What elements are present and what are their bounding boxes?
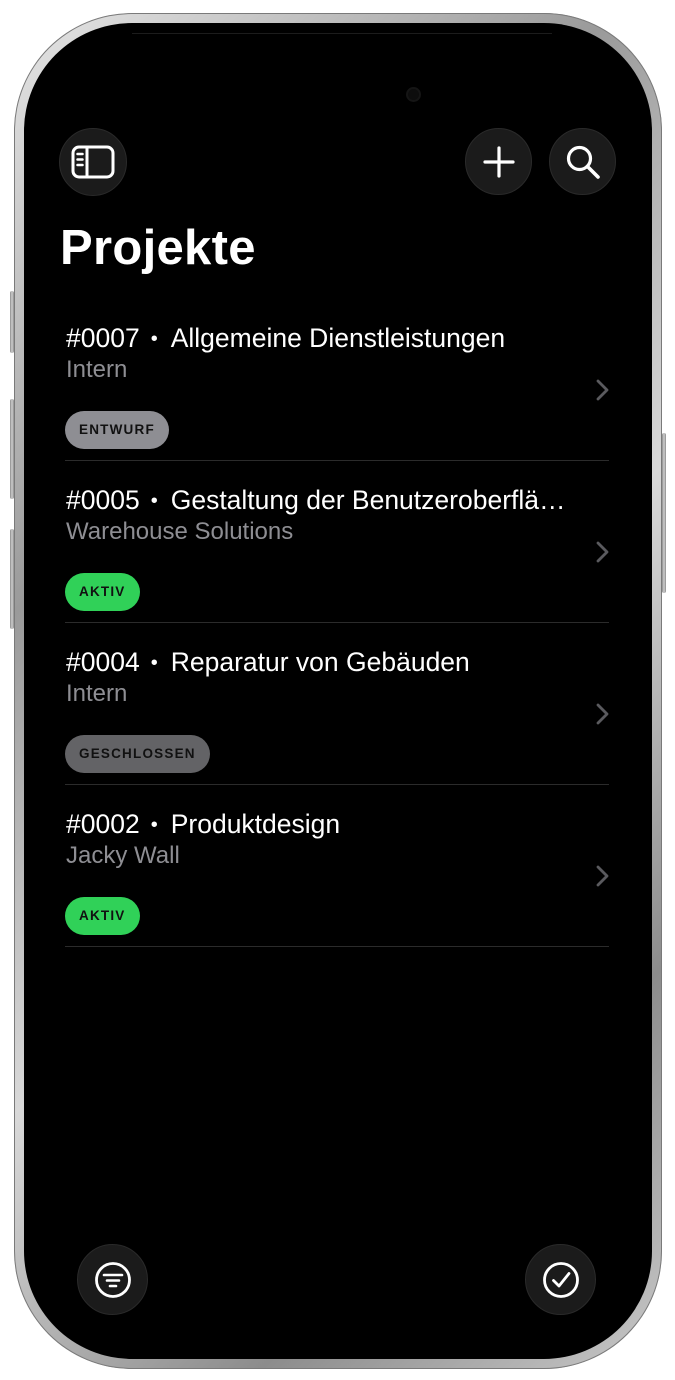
list-item[interactable]: #0004 • Reparatur von Gebäuden Intern GESC… — [65, 623, 609, 785]
sidebar-icon — [71, 145, 115, 179]
search-button[interactable] — [549, 128, 616, 195]
list-item[interactable]: #0005 • Gestaltung der Benutzeroberfläche … — [65, 461, 609, 623]
project-client: Jacky Wall — [66, 842, 180, 869]
page-title: Projekte — [60, 221, 256, 275]
filter-icon — [94, 1261, 132, 1299]
chevron-right-icon — [595, 865, 609, 892]
front-camera — [408, 89, 419, 100]
chevron-right-icon — [595, 541, 609, 568]
status-badge: AKTIV — [65, 897, 140, 935]
status-badge: AKTIV — [65, 573, 140, 611]
phone-frame: Projekte #0007 • Allgemeine Dienstleistung… — [10, 13, 666, 1369]
chevron-right-icon — [595, 703, 609, 730]
project-client: Intern — [66, 356, 128, 383]
project-name: Produktdesign — [170, 809, 341, 839]
volume-up-button — [10, 399, 14, 499]
add-project-button[interactable] — [465, 128, 532, 195]
project-client: Warehouse Solutions — [66, 518, 294, 545]
list-item[interactable]: #0002 • Produktdesign Jacky Wall AKTIV — [65, 785, 609, 947]
project-name: Reparatur von Gebäuden — [170, 647, 470, 677]
status-badge: GESCHLOSSEN — [65, 735, 210, 773]
project-title: #0005 • Gestaltung der Benutzeroberfläche — [66, 483, 578, 518]
project-title: #0004 • Reparatur von Gebäuden — [66, 647, 470, 677]
list-item[interactable]: #0007 • Allgemeine Dienstleistungen Intern… — [65, 299, 609, 461]
app-screen: Projekte #0007 • Allgemeine Dienstleistung… — [24, 23, 652, 1359]
plus-icon — [482, 145, 515, 178]
project-number: #0007 — [66, 323, 140, 353]
volume-down-button — [10, 529, 14, 629]
project-number: #0005 — [66, 485, 140, 515]
project-number: #0002 — [66, 809, 140, 839]
chevron-right-icon — [595, 379, 609, 406]
filter-button[interactable] — [77, 1244, 148, 1315]
project-list: #0007 • Allgemeine Dienstleistungen Intern… — [65, 299, 609, 947]
project-number: #0004 — [66, 647, 140, 677]
project-title: #0002 • Produktdesign — [66, 809, 341, 839]
select-button[interactable] — [525, 1244, 596, 1315]
status-badge: ENTWURF — [65, 411, 169, 449]
action-button — [10, 291, 14, 353]
search-icon — [565, 144, 601, 180]
checkmark-circle-icon — [542, 1261, 580, 1299]
project-title: #0007 • Allgemeine Dienstleistungen — [66, 323, 506, 353]
sidebar-button[interactable] — [59, 128, 127, 196]
project-name: Gestaltung der Benutzeroberfläche — [170, 485, 578, 515]
power-button — [662, 433, 666, 593]
project-client: Intern — [66, 680, 128, 707]
project-name: Allgemeine Dienstleistungen — [170, 323, 506, 353]
